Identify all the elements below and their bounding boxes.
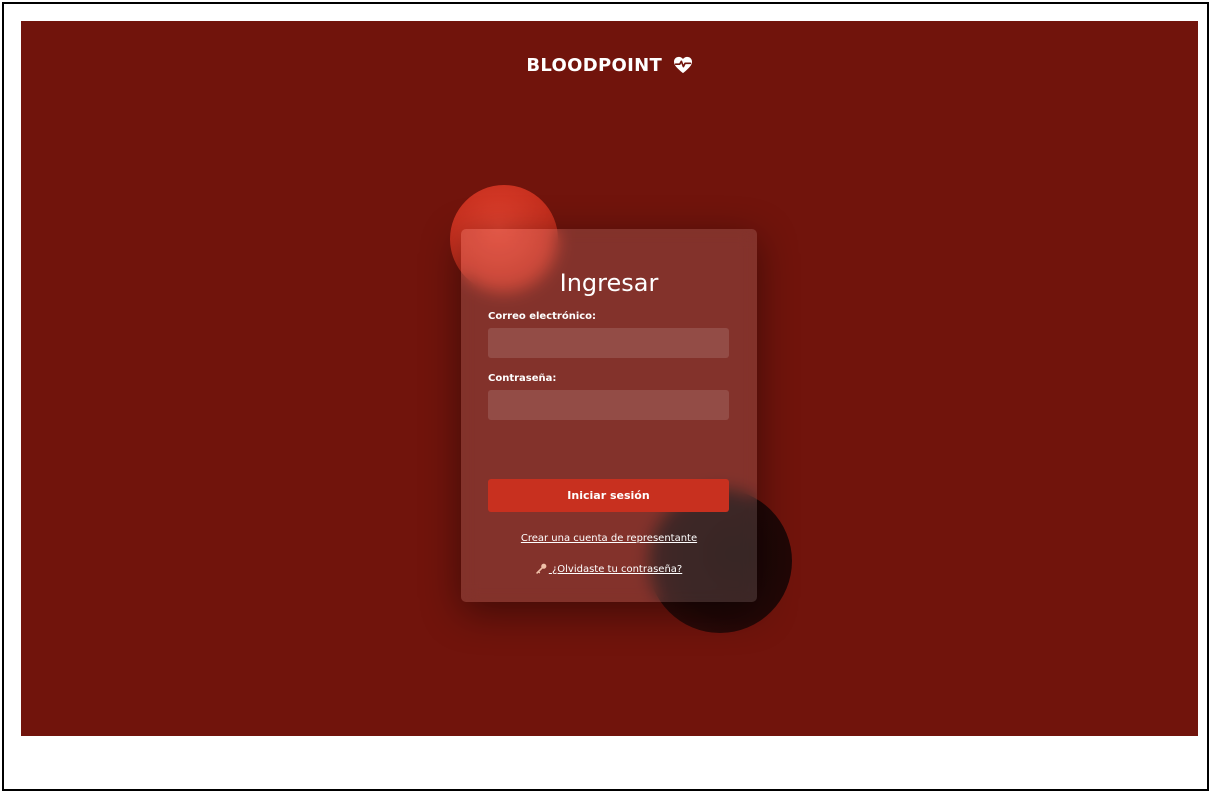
login-page: BLOODPOINT Ingresar Correo electrónico: … xyxy=(21,21,1198,736)
forgot-password-link[interactable]: ¿Olvidaste tu contraseña? xyxy=(461,563,757,577)
heart-pulse-icon xyxy=(673,56,693,79)
email-label: Correo electrónico: xyxy=(488,311,597,322)
login-button[interactable]: Iniciar sesión xyxy=(488,479,729,512)
brand-logo[interactable]: BLOODPOINT xyxy=(21,55,1198,79)
login-title: Ingresar xyxy=(559,269,659,297)
register-link[interactable]: Crear una cuenta de representante xyxy=(461,533,757,544)
password-field[interactable] xyxy=(488,390,729,420)
login-card: Ingresar Correo electrónico: Contraseña:… xyxy=(461,229,757,602)
browser-frame: BLOODPOINT Ingresar Correo electrónico: … xyxy=(2,2,1209,791)
forgot-password-text: ¿Olvidaste tu contraseña? xyxy=(551,564,683,575)
password-label: Contraseña: xyxy=(488,373,557,384)
key-icon xyxy=(536,563,547,577)
brand-name: BLOODPOINT xyxy=(526,55,663,76)
email-field[interactable] xyxy=(488,328,729,358)
register-link-text: Crear una cuenta de representante xyxy=(520,533,698,544)
